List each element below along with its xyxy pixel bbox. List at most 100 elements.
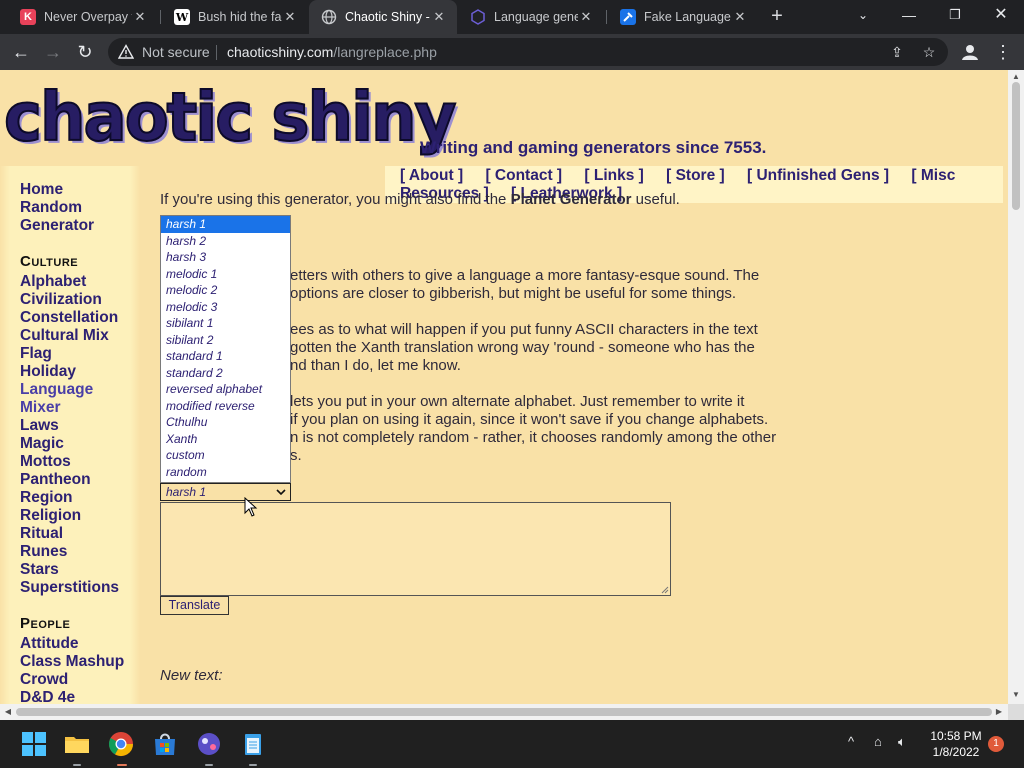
sidebar-item-religion[interactable]: Religion [20, 507, 81, 525]
restore-button[interactable]: ❐ [932, 0, 978, 30]
nav-store-link[interactable]: [ Store ] [666, 167, 725, 184]
tab-bush-hid-the-facts[interactable]: W Bush hid the fac ✕ [162, 0, 308, 34]
back-button[interactable]: ← [8, 39, 34, 65]
close-tab-icon[interactable]: ✕ [732, 9, 748, 25]
security-label[interactable]: Not secure [142, 44, 210, 60]
sidebar-item-dnd-4e[interactable]: D&D 4e [20, 689, 75, 704]
profile-icon[interactable] [960, 42, 980, 62]
tab-search-icon[interactable]: ⌄ [840, 0, 886, 30]
system-clock[interactable]: 10:58 PM 1/8/2022 [920, 728, 992, 760]
nav-about-link[interactable]: [ About ] [400, 167, 463, 184]
sidebar-item-civilization[interactable]: Civilization [20, 291, 102, 309]
new-tab-button[interactable]: + [766, 5, 788, 27]
site-logo[interactable]: chaotic shiny [3, 79, 457, 157]
menu-kebab-icon[interactable]: ⋮ [990, 39, 1016, 65]
close-tab-icon[interactable]: ✕ [578, 9, 594, 25]
scrollbar-thumb[interactable] [1012, 82, 1020, 210]
sidebar-item-generator[interactable]: Generator [20, 217, 94, 235]
sidebar-item-ritual[interactable]: Ritual [20, 525, 63, 543]
planet-generator-link[interactable]: Planet Generator [511, 191, 632, 208]
close-tab-icon[interactable]: ✕ [431, 9, 447, 25]
file-explorer-icon[interactable] [63, 730, 91, 758]
dropdown-option[interactable]: standard 1 [161, 348, 290, 365]
sidebar-item-pantheon[interactable]: Pantheon [20, 471, 91, 489]
sidebar-item-holiday[interactable]: Holiday [20, 363, 76, 381]
dropdown-option[interactable]: melodic 1 [161, 266, 290, 283]
tab-chaotic-shiny[interactable]: Chaotic Shiny - L ✕ [309, 0, 457, 34]
dropdown-option[interactable]: reversed alphabet [161, 381, 290, 398]
dropdown-option[interactable]: Xanth [161, 431, 290, 448]
sidebar-item-stars[interactable]: Stars [20, 561, 59, 579]
dropdown-option[interactable]: harsh 2 [161, 233, 290, 250]
bookmark-star-icon[interactable]: ☆ [920, 43, 938, 61]
reload-button[interactable]: ↻ [72, 39, 98, 65]
dropdown-option[interactable]: custom [161, 447, 290, 464]
scroll-down-icon[interactable]: ▼ [1011, 690, 1021, 700]
chevron-up-icon[interactable]: ^ [848, 734, 854, 749]
dropdown-option[interactable]: melodic 3 [161, 299, 290, 316]
language-style-dropdown-list[interactable]: harsh 1 harsh 2 harsh 3 melodic 1 melodi… [160, 215, 291, 483]
sidebar-item-mixer[interactable]: Mixer [20, 399, 61, 417]
sidebar-item-crowd[interactable]: Crowd [20, 671, 68, 689]
sidebar-item-magic[interactable]: Magic [20, 435, 64, 453]
volume-icon[interactable]: 🔈︎ [898, 734, 906, 750]
scrollbar-thumb[interactable] [16, 708, 992, 716]
scroll-right-icon[interactable]: ▶ [994, 707, 1004, 717]
sidebar-item-region[interactable]: Region [20, 489, 73, 507]
share-icon[interactable]: ⇪ [888, 43, 906, 61]
close-window-button[interactable]: ✕ [978, 0, 1024, 30]
dropdown-option[interactable]: melodic 2 [161, 282, 290, 299]
source-text-input[interactable] [160, 502, 671, 596]
nav-links-link[interactable]: [ Links ] [584, 167, 643, 184]
dropdown-option[interactable]: harsh 1 [161, 216, 290, 233]
language-style-select[interactable]: harsh 1 [160, 483, 291, 501]
sidebar-item-constellation[interactable]: Constellation [20, 309, 118, 327]
sidebar-item-alphabet[interactable]: Alphabet [20, 273, 86, 291]
vertical-scrollbar[interactable]: ▲ ▼ [1008, 70, 1024, 704]
horizontal-scrollbar[interactable]: ◀ ▶ [0, 704, 1008, 720]
sidebar-item-home[interactable]: Home [20, 181, 63, 199]
url-text[interactable]: chaoticshiny.com/langreplace.php [227, 44, 437, 60]
sidebar-item-class-mashup[interactable]: Class Mashup [20, 653, 124, 671]
game-app-icon[interactable] [195, 730, 223, 758]
dropdown-option[interactable]: sibilant 1 [161, 315, 290, 332]
close-tab-icon[interactable]: ✕ [132, 9, 148, 25]
tab-fake-language[interactable]: Fake Language ✕ [608, 0, 758, 34]
notepad-icon[interactable] [239, 730, 267, 758]
scroll-up-icon[interactable]: ▲ [1011, 72, 1021, 82]
scroll-left-icon[interactable]: ◀ [3, 707, 13, 717]
intro-text: If you're using this generator, you migh… [160, 191, 680, 209]
forward-button[interactable]: → [40, 39, 66, 65]
translate-button[interactable]: Translate [160, 596, 229, 615]
hexagon-icon [470, 9, 486, 25]
sidebar-item-language[interactable]: Language [20, 381, 93, 399]
resize-grip-icon[interactable] [661, 586, 669, 594]
nav-contact-link[interactable]: [ Contact ] [485, 167, 562, 184]
sidebar-item-runes[interactable]: Runes [20, 543, 67, 561]
close-tab-icon[interactable]: ✕ [282, 9, 298, 25]
sidebar-item-cultural-mix[interactable]: Cultural Mix [20, 327, 109, 345]
windows-start-icon[interactable] [20, 730, 48, 758]
minimize-button[interactable]: — [886, 0, 932, 30]
dropdown-option[interactable]: Cthulhu [161, 414, 290, 431]
sidebar-item-attitude[interactable]: Attitude [20, 635, 79, 653]
chrome-icon[interactable] [107, 730, 135, 758]
sidebar-item-random[interactable]: Random [20, 199, 82, 217]
tab-never-overpay[interactable]: K Never Overpay f ✕ [8, 0, 158, 34]
sidebar-item-mottos[interactable]: Mottos [20, 453, 71, 471]
address-bar[interactable]: Not secure chaoticshiny.com/langreplace.… [108, 38, 948, 66]
tab-language-generator[interactable]: Language gene ✕ [458, 0, 604, 34]
dropdown-option[interactable]: modified reverse [161, 398, 290, 415]
sidebar-item-laws[interactable]: Laws [20, 417, 59, 435]
sidebar-item-superstitions[interactable]: Superstitions [20, 579, 119, 597]
sidebar-item-flag[interactable]: Flag [20, 345, 52, 363]
dropdown-option[interactable]: standard 2 [161, 365, 290, 382]
dropdown-option[interactable]: random [161, 464, 290, 481]
notification-badge[interactable]: 1 [988, 736, 1004, 752]
dropdown-option[interactable]: harsh 3 [161, 249, 290, 266]
microsoft-store-icon[interactable] [151, 730, 179, 758]
network-icon[interactable]: ⌂ [874, 734, 882, 749]
nav-misc-link[interactable]: [ Misc [911, 167, 955, 184]
dropdown-option[interactable]: sibilant 2 [161, 332, 290, 349]
nav-unfinished-gens-link[interactable]: [ Unfinished Gens ] [747, 167, 889, 184]
